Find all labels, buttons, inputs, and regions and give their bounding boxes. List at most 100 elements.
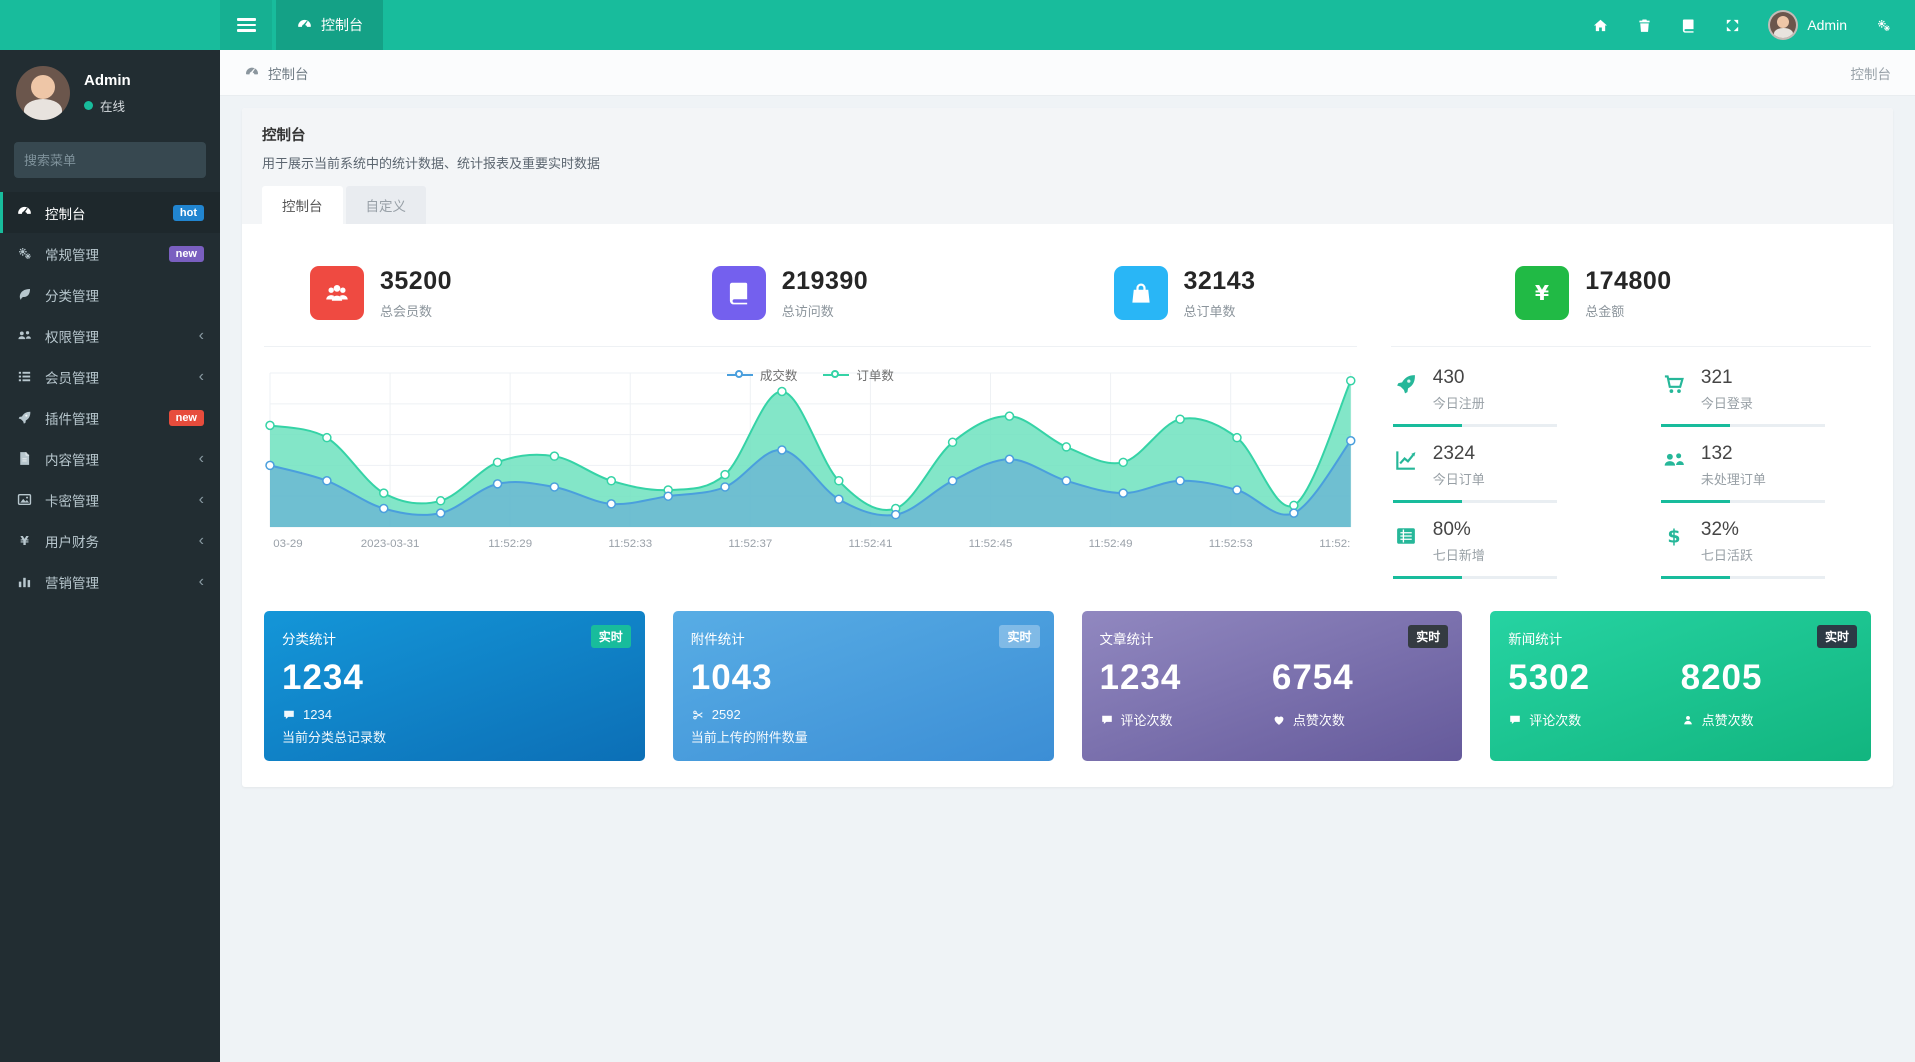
stat-total-orders: 32143 总订单数 <box>1068 258 1470 346</box>
stat-label: 总会员数 <box>380 303 433 319</box>
mini-stat-registrations: 430 今日注册 <box>1391 365 1603 441</box>
fullscreen-button[interactable] <box>1710 0 1754 50</box>
card-attachment-stats[interactable]: 附件统计 实时 1043 2592 当前上传的附件数量 <box>672 611 1054 761</box>
svg-text:11:52:33: 11:52:33 <box>608 538 652 550</box>
sidebar-item-marketing[interactable]: 营销管理 ‹ <box>0 561 220 602</box>
mini-stat-7day-active: 32% 七日活跃 <box>1659 517 1871 593</box>
sidebar: Admin 在线 控制台 hot 常规管理 new 分类管理 权限管理 ‹ <box>0 50 220 1062</box>
mini-stats-grid: 430 今日注册 321 今日登录 2324 今日订单 132 未处理订单 80… <box>1390 346 1871 593</box>
mini-label: 七日新增 <box>1432 548 1485 563</box>
navbar-username: Admin <box>1807 17 1847 33</box>
sidebar-item-label: 卡密管理 <box>45 493 99 509</box>
mini-label: 今日登录 <box>1700 396 1753 411</box>
line-chart-icon <box>1393 447 1419 473</box>
sidebar-toggle-button[interactable] <box>220 0 272 50</box>
sidebar-item-label: 会员管理 <box>45 370 99 386</box>
gears-icon <box>1875 17 1892 34</box>
mini-label: 今日注册 <box>1432 396 1485 411</box>
members-icon <box>310 266 364 320</box>
legend-item-orders[interactable]: 订单数 <box>823 365 894 384</box>
card-label: 当前上传的附件数量 <box>690 730 808 745</box>
card-label: 当前分类总记录数 <box>282 730 387 745</box>
chevron-left-icon: ‹ <box>198 326 204 344</box>
card-sub-value: 2592 <box>711 707 741 722</box>
user-menu[interactable]: Admin <box>1754 0 1861 50</box>
sidebar-item-auth[interactable]: 权限管理 ‹ <box>0 315 220 356</box>
stat-label: 总金额 <box>1585 303 1625 319</box>
chevron-left-icon: ‹ <box>198 449 204 467</box>
card-category-stats[interactable]: 分类统计 实时 1234 1234 当前分类总记录数 <box>264 611 645 761</box>
stat-total-visits: 219390 总访问数 <box>666 258 1068 346</box>
comment-icon <box>282 708 296 722</box>
online-status-dot <box>84 100 93 110</box>
chart-legend: 成交数 订单数 <box>264 365 1357 384</box>
panel-heading: 控制台 用于展示当前系统中的统计数据、统计报表及重要实时数据 控制台 自定义 <box>242 108 1893 224</box>
stat-total-members: 35200 总会员数 <box>264 258 666 346</box>
clear-cache-button[interactable] <box>1622 0 1666 50</box>
metric-comments: 5302 评论次数 <box>1508 658 1680 729</box>
sidebar-item-cardkey[interactable]: 卡密管理 ‹ <box>0 479 220 520</box>
settings-button[interactable] <box>1861 0 1905 50</box>
stat-value: 174800 <box>1585 266 1672 295</box>
user-icon <box>1681 713 1695 727</box>
sidebar-item-label: 营销管理 <box>45 575 99 591</box>
sidebar-item-member[interactable]: 会员管理 ‹ <box>0 356 220 397</box>
sidebar-item-label: 分类管理 <box>45 288 99 304</box>
home-button[interactable] <box>1578 0 1622 50</box>
docs-button[interactable] <box>1666 0 1710 50</box>
svg-text:11:52:45: 11:52:45 <box>969 538 1013 550</box>
users-icon <box>16 327 33 344</box>
avatar[interactable] <box>16 66 70 120</box>
new-badge: new <box>168 409 204 426</box>
tab-dashboard[interactable]: 控制台 <box>262 186 343 224</box>
metric-likes: 6754 点赞次数 <box>1272 658 1444 729</box>
sidebar-item-label: 控制台 <box>45 206 86 222</box>
legend-item-deals[interactable]: 成交数 <box>726 365 797 384</box>
cart-icon <box>1661 371 1687 397</box>
sidebar-user-panel: Admin 在线 <box>0 50 220 138</box>
rocket-icon <box>1393 371 1419 397</box>
card-article-stats[interactable]: 文章统计 实时 1234 评论次数 6754 点赞次数 <box>1081 611 1463 761</box>
gauge-icon <box>16 204 33 221</box>
sidebar-item-label: 常规管理 <box>45 247 99 263</box>
tab-custom[interactable]: 自定义 <box>345 186 426 224</box>
book-icon <box>711 266 766 320</box>
mini-value: 2324 <box>1432 443 1476 464</box>
sidebar-item-general[interactable]: 常规管理 new <box>0 233 220 274</box>
sidebar-item-finance[interactable]: 用户财务 ‹ <box>0 520 220 561</box>
sidebar-username: Admin <box>84 71 131 89</box>
realtime-badge: 实时 <box>1816 625 1857 648</box>
fullscreen-icon <box>1724 17 1741 34</box>
metric-likes: 8205 点赞次数 <box>1681 658 1853 729</box>
mini-stat-logins: 321 今日登录 <box>1659 365 1871 441</box>
card-value: 1234 <box>282 658 364 697</box>
docs-icon <box>1680 17 1697 34</box>
new-badge: new <box>168 245 204 262</box>
sidebar-item-addon[interactable]: 插件管理 new <box>0 397 220 438</box>
legend-label: 订单数 <box>856 369 894 383</box>
scissors-icon <box>691 708 705 722</box>
card-title: 附件统计 <box>690 632 745 647</box>
chevron-left-icon: ‹ <box>198 531 204 549</box>
navbar-tab-dashboard[interactable]: 控制台 <box>276 0 383 50</box>
sidebar-item-category[interactable]: 分类管理 <box>0 274 220 315</box>
mini-value: 430 <box>1432 367 1465 388</box>
hot-badge: hot <box>172 204 204 221</box>
search-input[interactable] <box>24 152 200 168</box>
metric-comments: 1234 评论次数 <box>1100 658 1272 729</box>
hamburger-icon <box>236 18 256 32</box>
realtime-badge: 实时 <box>590 625 631 648</box>
stat-label: 总订单数 <box>1183 303 1236 319</box>
svg-text:11:52:: 11:52: <box>1319 538 1350 550</box>
stat-value: 32143 <box>1183 266 1256 295</box>
card-title: 文章统计 <box>1099 632 1154 647</box>
svg-text:11:52:41: 11:52:41 <box>848 538 892 550</box>
card-news-stats[interactable]: 新闻统计 实时 5302 评论次数 8205 点赞次数 <box>1490 611 1871 761</box>
mini-label: 未处理订单 <box>1700 472 1766 487</box>
area-chart-canvas: 03-29 2023-03-31 11:52:29 11:52:33 11:52:37 1… <box>265 372 1356 550</box>
yen-icon <box>1515 266 1570 320</box>
sidebar-item-label: 内容管理 <box>45 452 99 468</box>
sidebar-item-dashboard[interactable]: 控制台 hot <box>0 192 220 233</box>
main-content: 控制台 控制台 控制台 用于展示当前系统中的统计数据、统计报表及重要实时数据 控… <box>220 50 1915 1062</box>
sidebar-item-content[interactable]: 内容管理 ‹ <box>0 438 220 479</box>
